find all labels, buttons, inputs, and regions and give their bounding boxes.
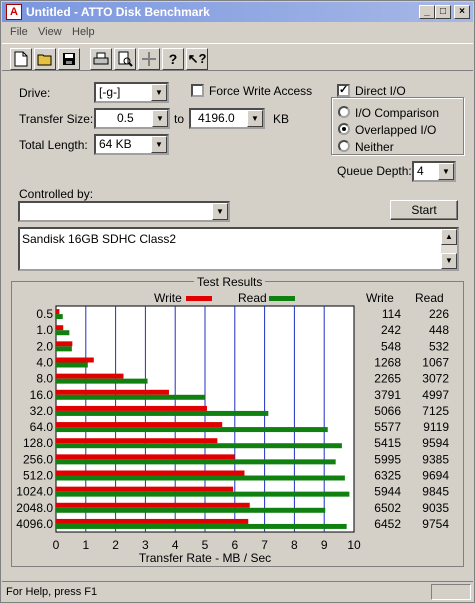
open-folder-icon[interactable] — [34, 48, 56, 70]
total-length-select[interactable]: 64 KB ▼ — [94, 134, 169, 155]
queue-depth-value: 4 — [417, 164, 424, 178]
scroll-down-icon[interactable]: ▼ — [441, 253, 457, 269]
drive-select[interactable]: [-g-] ▼ — [94, 82, 169, 103]
column-write-header: Write — [366, 291, 394, 305]
save-icon[interactable] — [58, 48, 80, 70]
total-length-value: 64 KB — [99, 137, 132, 151]
context-help-icon[interactable]: ↖? — [186, 48, 208, 70]
chevron-down-icon[interactable]: ▼ — [151, 84, 167, 101]
menu-bar: File View Help — [2, 23, 473, 42]
transfer-size-from-select[interactable]: 0.5 ▼ — [94, 108, 170, 129]
chevron-down-icon[interactable]: ▼ — [247, 110, 263, 127]
queue-depth-label: Queue Depth: — [337, 164, 412, 178]
menu-help[interactable]: Help — [72, 26, 95, 38]
close-button[interactable]: × — [454, 5, 470, 19]
window-title: Untitled - ATTO Disk Benchmark — [26, 5, 210, 19]
legend-read-label: Read — [238, 291, 267, 305]
neither-label: Neither — [355, 140, 394, 154]
maximize-button[interactable]: □ — [435, 5, 451, 19]
controlled-by-select[interactable]: ▼ — [18, 201, 230, 222]
atto-app-icon: A — [6, 4, 22, 20]
chevron-down-icon[interactable]: ▼ — [152, 110, 168, 127]
io-comparison-label: I/O Comparison — [355, 106, 440, 120]
status-pane — [431, 584, 471, 600]
column-read-header: Read — [415, 291, 444, 305]
transfer-size-to-select[interactable]: 4196.0 ▼ — [189, 108, 265, 129]
transfer-size-label: Transfer Size: — [19, 112, 94, 126]
test-results-title: Test Results — [194, 275, 266, 289]
transfer-to-value: 4196.0 — [198, 111, 235, 125]
queue-depth-select[interactable]: 4 ▼ — [412, 161, 456, 182]
chevron-down-icon[interactable]: ▼ — [212, 203, 228, 220]
description-text: Sandisk 16GB SDHC Class2 — [22, 232, 177, 246]
neither-radio[interactable] — [338, 140, 350, 152]
status-bar: For Help, press F1 — [2, 581, 473, 602]
toolbar: ? ↖? — [2, 43, 473, 71]
description-scrollbar[interactable]: ▲ ▼ — [441, 229, 457, 269]
transfer-from-value: 0.5 — [117, 111, 134, 125]
overlapped-io-radio[interactable] — [338, 123, 350, 135]
scroll-up-icon[interactable]: ▲ — [441, 229, 457, 245]
io-comparison-radio[interactable] — [338, 106, 350, 118]
help-icon[interactable]: ? — [162, 48, 184, 70]
title-bar[interactable]: A Untitled - ATTO Disk Benchmark _ □ × — [2, 2, 473, 22]
total-length-label: Total Length: — [19, 138, 88, 152]
menu-file[interactable]: File — [10, 26, 28, 38]
menu-view[interactable]: View — [38, 26, 62, 38]
to-label: to — [174, 112, 185, 126]
kb-label: KB — [273, 112, 290, 126]
status-text: For Help, press F1 — [6, 586, 98, 598]
start-label: Start — [411, 203, 437, 217]
start-button[interactable]: Start — [390, 200, 458, 220]
legend-write-label: Write — [154, 291, 182, 305]
new-file-icon[interactable] — [10, 48, 32, 70]
direct-io-label: Direct I/O — [355, 84, 406, 98]
legend-read-swatch — [269, 296, 295, 301]
print-preview-icon[interactable] — [114, 48, 136, 70]
move-icon[interactable] — [138, 48, 160, 70]
drive-label: Drive: — [19, 86, 51, 100]
description-textarea[interactable]: Sandisk 16GB SDHC Class2 ▲ ▼ — [18, 227, 459, 271]
force-write-label: Force Write Access — [209, 84, 313, 98]
drive-value: [-g-] — [99, 85, 121, 99]
app-window: A Untitled - ATTO Disk Benchmark _ □ × F… — [0, 0, 475, 603]
overlapped-io-label: Overlapped I/O — [355, 123, 437, 137]
chevron-down-icon[interactable]: ▼ — [438, 163, 454, 180]
test-results-group — [11, 281, 464, 567]
minimize-button[interactable]: _ — [419, 5, 435, 19]
force-write-checkbox[interactable] — [191, 84, 204, 97]
chevron-down-icon[interactable]: ▼ — [151, 136, 167, 153]
controlled-by-label: Controlled by: — [19, 187, 94, 201]
direct-io-checkbox[interactable]: ✓ — [337, 84, 350, 97]
legend-write-swatch — [186, 296, 212, 301]
print-icon[interactable] — [90, 48, 112, 70]
